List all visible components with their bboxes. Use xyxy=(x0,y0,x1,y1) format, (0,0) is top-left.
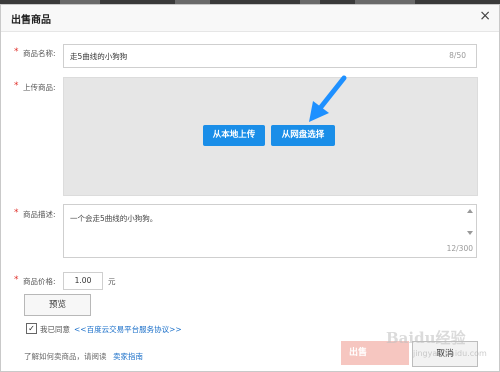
upload-local-button[interactable]: 从本地上传 xyxy=(203,125,265,146)
scroll-down-icon[interactable] xyxy=(467,231,473,235)
scroll-up-icon[interactable] xyxy=(467,209,473,213)
desc-label: 商品描述: xyxy=(23,210,56,219)
name-label: 商品名称: xyxy=(23,49,56,58)
close-icon[interactable]: × xyxy=(479,8,491,24)
baidu-watermark-url: jingyan.baidu.com xyxy=(413,349,487,358)
item-name-value: 走5曲线的小狗狗 xyxy=(70,52,128,61)
sell-item-dialog: 出售商品 × * 商品名称: 走5曲线的小狗狗 8/50 * 上传商品: 从本地… xyxy=(0,4,500,372)
seller-guide-link[interactable]: 卖家指南 xyxy=(113,351,143,362)
price-label: 商品价格: xyxy=(23,277,56,286)
agree-text: 我已同意 xyxy=(40,325,70,334)
item-description-textarea[interactable]: 一个会走5曲线的小狗狗。 12/300 xyxy=(63,204,477,258)
seller-guide-text: 了解如何卖商品，请阅读 xyxy=(24,352,107,361)
pointer-arrow-icon xyxy=(309,75,347,122)
price-input[interactable]: 1.00 xyxy=(63,272,103,290)
dialog-title: 出售商品 xyxy=(11,15,51,26)
dialog-title-bar: 出售商品 × xyxy=(1,5,499,32)
upload-label: 上传商品: xyxy=(23,83,56,92)
item-name-counter: 8/50 xyxy=(449,51,466,60)
agree-checkbox[interactable]: ✓ xyxy=(26,323,37,334)
item-description-counter: 12/300 xyxy=(446,244,473,253)
item-name-input[interactable]: 走5曲线的小狗狗 8/50 xyxy=(63,44,477,68)
required-mark: * xyxy=(14,208,19,218)
required-mark: * xyxy=(14,275,19,285)
item-description-value: 一个会走5曲线的小狗狗。 xyxy=(70,214,158,223)
service-agreement-link[interactable]: <<百度云交易平台服务协议>> xyxy=(74,324,182,335)
required-mark: * xyxy=(14,47,19,57)
preview-button[interactable]: 预览 xyxy=(24,294,91,316)
baidu-watermark: Baidu经验 xyxy=(386,329,466,347)
required-mark: * xyxy=(14,81,19,91)
price-unit: 元 xyxy=(108,277,116,286)
